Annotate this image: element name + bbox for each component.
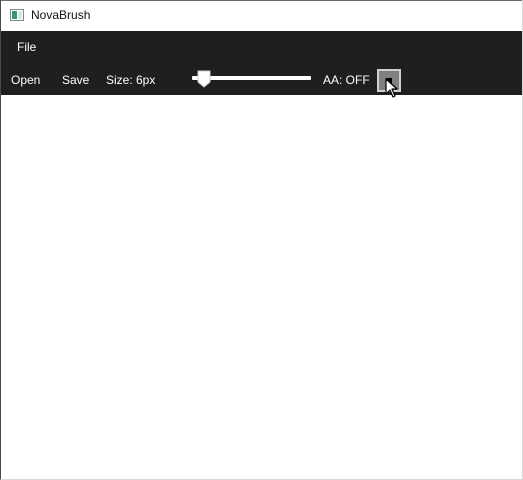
app-window: NovaBrush File Open Save Size: 6px AA: O… <box>0 0 523 480</box>
size-slider[interactable] <box>192 70 311 90</box>
menu-bar: File <box>1 31 522 62</box>
window-title: NovaBrush <box>31 8 91 22</box>
title-bar: NovaBrush <box>1 0 522 31</box>
toolbar: Open Save Size: 6px AA: OFF <box>1 62 522 95</box>
drawing-canvas[interactable] <box>1 95 522 479</box>
size-label: Size: 6px <box>106 73 156 87</box>
app-icon <box>10 9 24 21</box>
color-swatch-fill <box>386 78 392 84</box>
color-swatch-button[interactable] <box>377 69 401 92</box>
antialias-toggle[interactable]: AA: OFF <box>323 73 370 87</box>
slider-thumb[interactable] <box>197 70 211 88</box>
save-button[interactable]: Save <box>62 73 89 87</box>
menu-file[interactable]: File <box>17 40 36 54</box>
open-button[interactable]: Open <box>11 73 40 87</box>
